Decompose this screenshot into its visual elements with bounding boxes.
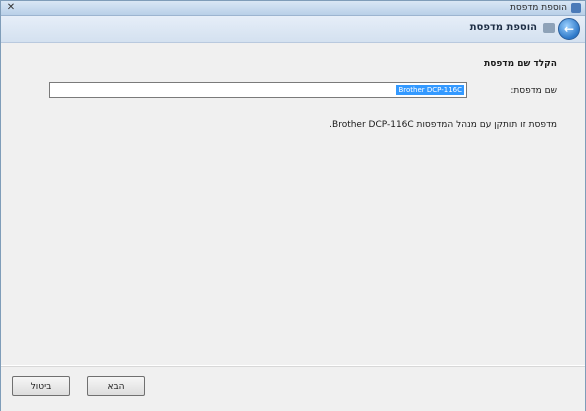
add-printer-window: ✕ הוספת מדפסת ← הוספת מדפסת הקלד שם מדפס… xyxy=(0,0,586,411)
printer-name-input[interactable]: Brother DCP-116C xyxy=(49,82,467,98)
title-bar: ✕ הוספת מדפסת xyxy=(1,1,585,16)
section-heading: הקלד שם מדפסת xyxy=(484,59,557,69)
back-button[interactable]: ← xyxy=(558,18,580,40)
cancel-button[interactable]: ביטול xyxy=(12,376,70,396)
page-title: הוספת מדפסת xyxy=(469,22,537,33)
driver-info-text: מדפסת זו תותקן עם מנהל המדפסות Brother D… xyxy=(329,120,557,130)
window-title: הוספת מדפסת xyxy=(510,3,567,13)
footer: ביטול הבא xyxy=(1,366,585,411)
main-content: הקלד שם מדפסת שם מדפסת: Brother DCP-116C… xyxy=(1,43,585,365)
navigation-bar: ← הוספת מדפסת xyxy=(1,16,585,43)
printer-name-value: Brother DCP-116C xyxy=(396,85,464,95)
printer-name-label: שם מדפסת: xyxy=(510,86,557,96)
printer-icon xyxy=(571,3,581,13)
printer-icon xyxy=(543,23,555,33)
close-icon[interactable]: ✕ xyxy=(4,2,18,13)
next-button[interactable]: הבא xyxy=(87,376,145,396)
